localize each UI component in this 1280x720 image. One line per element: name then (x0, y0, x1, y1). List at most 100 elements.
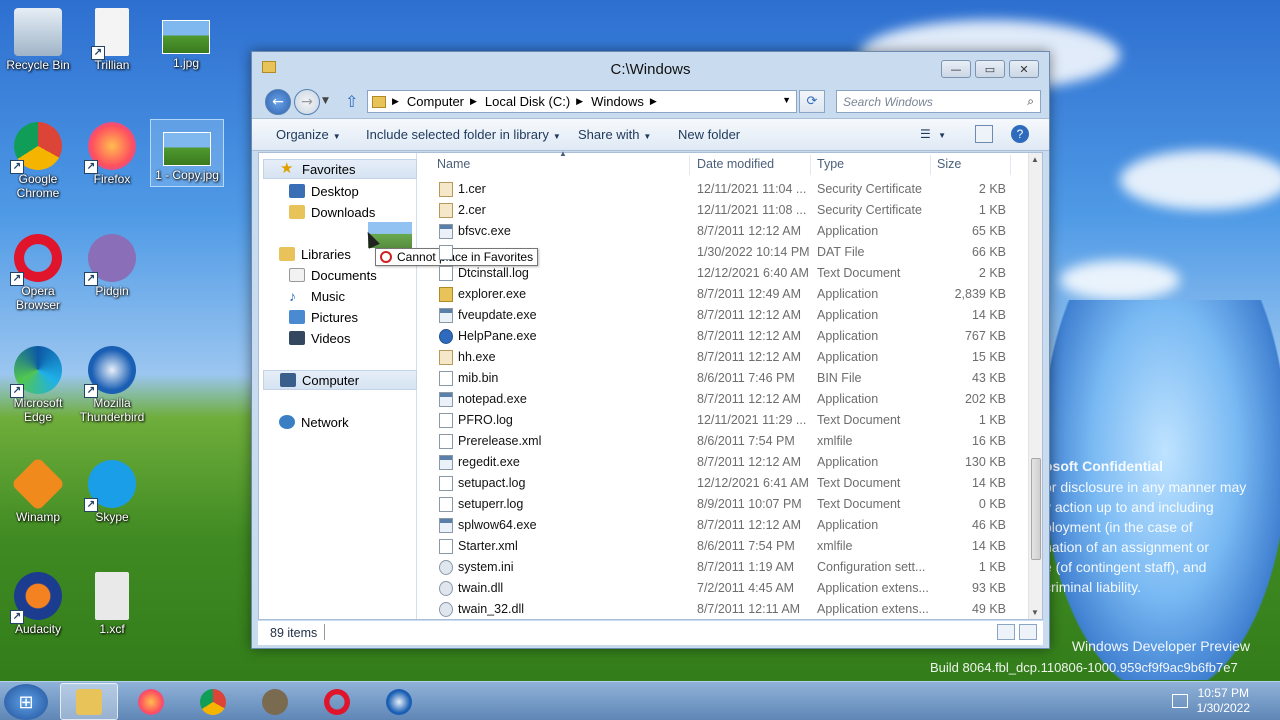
taskbar-opera-button[interactable] (308, 683, 366, 720)
refresh-button[interactable]: ⟳ (799, 90, 825, 113)
file-row[interactable]: HelpPane.exe 8/7/2011 12:12 AM Application… (419, 326, 1028, 347)
file-name: twain_32.dll (458, 602, 525, 616)
nav-downloads[interactable]: Downloads (289, 202, 375, 222)
scroll-up-icon[interactable]: ▲ (1031, 155, 1039, 164)
jpg-copy-desktop-icon[interactable]: 1 - Copy.jpg (150, 119, 224, 187)
search-input[interactable]: Search Windows ⌕ (836, 90, 1041, 113)
opera-icon (324, 688, 350, 715)
file-row[interactable]: twain.dll 7/2/2011 4:45 AM Application ext… (419, 578, 1028, 599)
breadcrumb-computer[interactable]: Computer (407, 94, 464, 109)
taskbar-gimp-button[interactable] (246, 683, 304, 720)
file-list[interactable]: Name ▲ Date modified Type Size 1.cer 12/1… (419, 149, 1042, 620)
file-row[interactable]: Dtcinstall.log 12/12/2021 6:40 AM Text Doc… (419, 263, 1028, 284)
column-divider[interactable] (810, 155, 811, 175)
help-icon[interactable]: ? (1011, 125, 1029, 143)
column-header-name[interactable]: Name (437, 157, 470, 171)
preview-pane-button[interactable] (975, 125, 993, 143)
chrome-desktop-icon[interactable]: ↗ Google Chrome (0, 122, 76, 200)
clock[interactable]: 10:57 PM 1/30/2022 (1197, 686, 1250, 716)
address-dropdown-icon[interactable]: ▼ (782, 95, 791, 105)
breadcrumb-local-disk[interactable]: Local Disk (C:) (485, 94, 570, 109)
file-row[interactable]: Starter.xml 8/6/2011 7:54 PM xmlfile 14 KB (419, 536, 1028, 557)
taskbar-chrome-button[interactable] (184, 683, 242, 720)
firefox-desktop-icon[interactable]: ↗ Firefox (74, 122, 150, 186)
recycle-bin-desktop-icon[interactable]: Recycle Bin (0, 8, 76, 72)
file-row[interactable]: setuperr.log 8/9/2011 10:07 PM Text Docume… (419, 494, 1028, 515)
taskbar-firefox-button[interactable] (122, 683, 180, 720)
jpg-file-desktop-icon[interactable]: 1.jpg (148, 8, 224, 70)
change-view-button[interactable]: ☰ ▼ (920, 127, 946, 141)
chevron-right-icon[interactable]: ▶ (576, 96, 583, 107)
nav-computer[interactable]: Computer (263, 370, 417, 390)
edge-desktop-icon[interactable]: ↗ Microsoft Edge (0, 346, 76, 424)
file-row[interactable]: system.ini 8/7/2011 1:19 AM Configuration … (419, 557, 1028, 578)
file-row[interactable]: PFRO.log 12/11/2021 11:29 ... Text Documen… (419, 410, 1028, 431)
network-tray-icon[interactable] (1172, 694, 1188, 708)
file-row[interactable]: notepad.exe 8/7/2011 12:12 AM Application 2… (419, 389, 1028, 410)
column-divider[interactable] (930, 155, 931, 175)
file-row[interactable]: twain_32.dll 8/7/2011 12:11 AM Application… (419, 599, 1028, 620)
file-row[interactable]: regedit.exe 8/7/2011 12:12 AM Application 1… (419, 452, 1028, 473)
column-header-date[interactable]: Date modified (697, 157, 774, 171)
chevron-right-icon[interactable]: ▶ (650, 96, 657, 107)
file-row[interactable]: bfsvc.exe 8/7/2011 12:12 AM Application 65 … (419, 221, 1028, 242)
taskbar-thunderbird-button[interactable] (370, 683, 428, 720)
nav-desktop[interactable]: Desktop (289, 181, 359, 201)
minimize-button[interactable]: — (941, 60, 971, 78)
nav-videos[interactable]: Videos (289, 328, 351, 348)
skype-desktop-icon[interactable]: ↗ Skype (74, 460, 150, 524)
large-icons-view-button[interactable] (1019, 624, 1037, 640)
file-row[interactable]: explorer.exe 8/7/2011 12:49 AM Application… (419, 284, 1028, 305)
file-row[interactable]: mib.bin 8/6/2011 7:46 PM BIN File 43 KB (419, 368, 1028, 389)
explorer-window[interactable]: C:\Windows — ▭ ✕ ← → ▼ ⇧ ▶ Computer ▶ Lo… (251, 51, 1050, 649)
nav-documents[interactable]: Documents (289, 265, 377, 285)
file-row[interactable]: fveupdate.exe 8/7/2011 12:12 AM Applicatio… (419, 305, 1028, 326)
file-row[interactable]: splwow64.exe 8/7/2011 12:12 AM Application… (419, 515, 1028, 536)
nav-pictures[interactable]: Pictures (289, 307, 358, 327)
scrollbar-thumb[interactable] (1031, 458, 1041, 560)
column-divider[interactable] (1010, 155, 1011, 175)
maximize-button[interactable]: ▭ (975, 60, 1005, 78)
column-divider[interactable] (689, 155, 690, 175)
organize-button[interactable]: Organize ▼ (276, 127, 341, 142)
up-button[interactable]: ⇧ (345, 92, 358, 111)
close-button[interactable]: ✕ (1009, 60, 1039, 78)
start-button[interactable]: ⊞ (4, 684, 48, 720)
file-row[interactable]: 1/30/2022 10:14 PM DAT File 66 KB (419, 242, 1028, 263)
chevron-right-icon[interactable]: ▶ (392, 96, 399, 107)
details-view-button[interactable] (997, 624, 1015, 640)
winamp-desktop-icon[interactable]: Winamp (0, 456, 76, 524)
back-button[interactable]: ← (265, 89, 291, 115)
opera-desktop-icon[interactable]: ↗ Opera Browser (0, 234, 76, 312)
trillian-desktop-icon[interactable]: ↗ Trillian (74, 8, 150, 72)
nav-music[interactable]: ♪ Music (289, 286, 345, 306)
share-with-button[interactable]: Share with ▼ (578, 127, 651, 142)
recent-pages-dropdown[interactable]: ▼ (322, 96, 329, 106)
audacity-desktop-icon[interactable]: ↗ Audacity (0, 572, 76, 636)
chevron-right-icon[interactable]: ▶ (470, 96, 477, 107)
title-bar[interactable]: C:\Windows — ▭ ✕ (252, 52, 1049, 86)
breadcrumb-windows[interactable]: Windows (591, 94, 644, 109)
xcf-file-desktop-icon[interactable]: 1.xcf (74, 572, 150, 636)
scroll-down-icon[interactable]: ▼ (1031, 608, 1039, 617)
include-in-library-button[interactable]: Include selected folder in library ▼ (366, 127, 561, 142)
navigation-pane[interactable]: ★ Favorites Desktop Downloads Libraries … (259, 153, 539, 619)
search-icon[interactable]: ⌕ (1027, 94, 1034, 109)
file-row[interactable]: setupact.log 12/12/2021 6:41 AM Text Docum… (419, 473, 1028, 494)
file-row[interactable]: hh.exe 8/7/2011 12:12 AM Application 15 KB (419, 347, 1028, 368)
file-type: Text Document (817, 266, 901, 280)
file-row[interactable]: 2.cer 12/11/2021 11:08 ... Security Certif… (419, 200, 1028, 221)
thunderbird-desktop-icon[interactable]: ↗ Mozilla Thunderbird (74, 346, 150, 424)
taskbar-explorer-button[interactable] (60, 683, 118, 720)
pidgin-desktop-icon[interactable]: ↗ Pidgin (74, 234, 150, 298)
forward-button[interactable]: → (294, 89, 320, 115)
vertical-scrollbar[interactable]: ▲ ▼ (1028, 153, 1042, 619)
column-header-type[interactable]: Type (817, 157, 844, 171)
nav-network[interactable]: Network (263, 412, 417, 432)
column-header-size[interactable]: Size (937, 157, 961, 171)
nav-favorites[interactable]: ★ Favorites (263, 159, 417, 179)
file-row[interactable]: Prerelease.xml 8/6/2011 7:54 PM xmlfile 16 … (419, 431, 1028, 452)
new-folder-button[interactable]: New folder (678, 127, 740, 142)
address-bar[interactable]: ▶ Computer ▶ Local Disk (C:) ▶ Windows ▶… (367, 90, 797, 113)
file-row[interactable]: 1.cer 12/11/2021 11:04 ... Security Certif… (419, 179, 1028, 200)
